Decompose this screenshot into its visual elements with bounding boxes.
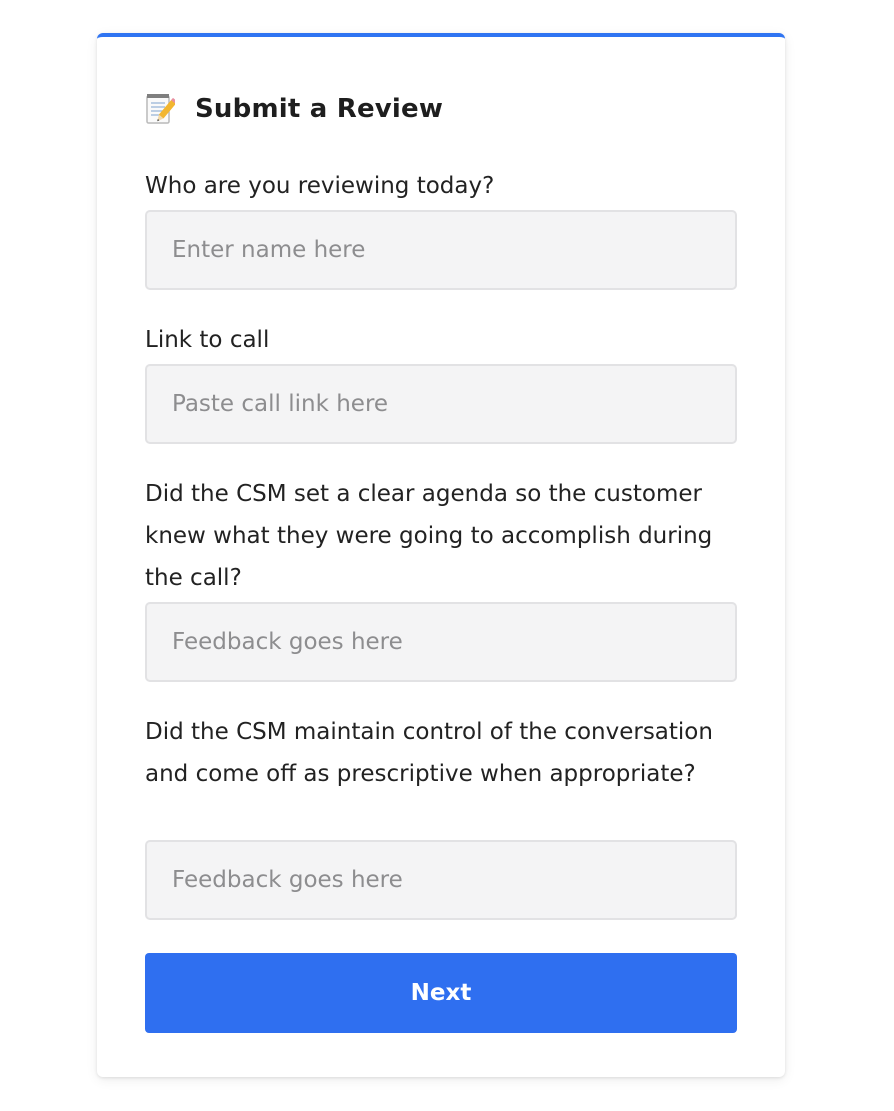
memo-icon	[145, 92, 178, 126]
review-form-card: Submit a Review Who are you reviewing to…	[97, 33, 785, 1077]
form-header: Submit a Review	[145, 89, 443, 129]
agenda-question-label: Did the CSM set a clear agenda so the cu…	[145, 481, 713, 591]
control-feedback-input[interactable]	[145, 840, 737, 920]
reviewee-name-input[interactable]	[145, 210, 737, 290]
call-link-label: Link to call	[145, 327, 270, 353]
agenda-feedback-input[interactable]	[145, 602, 737, 682]
call-link-input[interactable]	[145, 364, 737, 444]
next-button[interactable]: Next	[145, 953, 737, 1033]
reviewee-label: Who are you reviewing today?	[145, 173, 495, 199]
page-title: Submit a Review	[195, 94, 444, 124]
control-question-label: Did the CSM maintain control of the conv…	[145, 719, 713, 787]
